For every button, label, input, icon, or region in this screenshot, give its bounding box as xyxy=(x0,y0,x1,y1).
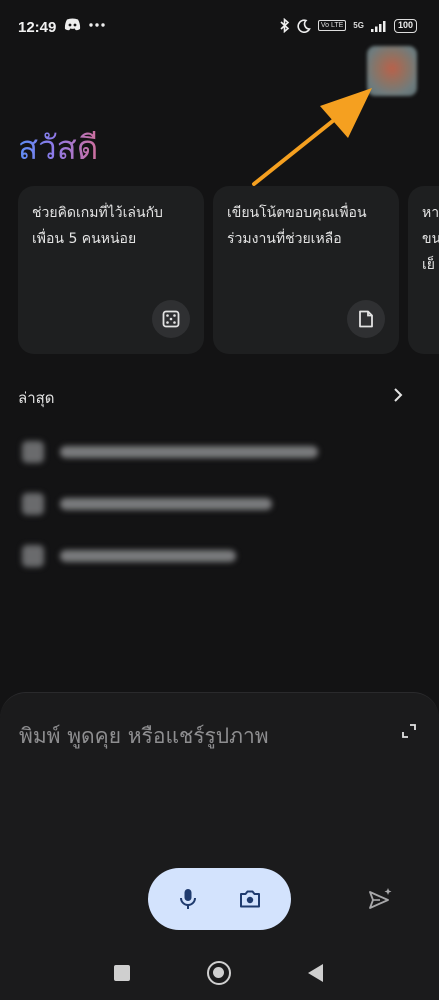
voice-camera-pill xyxy=(148,868,291,930)
more-dots-icon xyxy=(89,22,105,27)
recents-button[interactable] xyxy=(114,965,130,981)
status-notification-icons xyxy=(64,18,105,31)
suggestion-text: เขียนโน้ตขอบคุณเพื่อนร่วมงานที่ช่วยเหลือ xyxy=(227,205,367,247)
volte-badge: Vo LTE xyxy=(317,20,347,31)
camera-icon xyxy=(240,890,260,908)
suggestion-carousel[interactable]: ช่วยคิดเกมที่ไว้เล่นกับเพื่อน 5 คนหน่อย … xyxy=(18,186,439,354)
suggestion-card[interactable]: เขียนโน้ตขอบคุณเพื่อนร่วมงานที่ช่วยเหลือ xyxy=(213,186,399,354)
greeting-title: สวัสดี xyxy=(18,121,98,174)
chat-input-panel: พิมพ์ พูดคุย หรือแชร์รูปภาพ xyxy=(0,692,439,942)
moon-icon xyxy=(297,18,311,33)
chevron-right-icon[interactable] xyxy=(393,387,403,403)
recent-section-header[interactable]: ล่าสุด xyxy=(18,386,403,407)
camera-button[interactable] xyxy=(238,887,262,911)
recent-title: ล่าสุด xyxy=(18,389,55,407)
microphone-icon xyxy=(180,889,196,909)
system-nav-bar xyxy=(0,942,439,1000)
home-button[interactable] xyxy=(207,961,231,985)
suggestion-card[interactable]: หา ขน เย็ xyxy=(408,186,439,354)
dice-icon xyxy=(162,310,180,328)
prompt-input[interactable]: พิมพ์ พูดคุย หรือแชร์รูปภาพ xyxy=(19,720,269,753)
signal-icon xyxy=(370,20,386,32)
bluetooth-icon xyxy=(280,18,290,33)
status-time: 12:49 xyxy=(18,19,57,36)
recent-item-redacted[interactable] xyxy=(18,541,318,571)
expand-icon[interactable] xyxy=(401,723,417,739)
network-type: 5G xyxy=(353,21,364,30)
suggestion-text: ช่วยคิดเกมที่ไว้เล่นกับเพื่อน 5 คนหน่อย xyxy=(32,205,163,247)
discord-icon xyxy=(64,18,81,31)
suggestion-card[interactable]: ช่วยคิดเกมที่ไว้เล่นกับเพื่อน 5 คนหน่อย xyxy=(18,186,204,354)
suggestion-text: หา ขน เย็ xyxy=(422,205,439,273)
status-system-icons: Vo LTE 5G 100 xyxy=(280,18,417,33)
back-button[interactable] xyxy=(308,964,323,982)
microphone-button[interactable] xyxy=(176,887,200,911)
send-sparkle-icon[interactable] xyxy=(366,886,394,914)
recent-item-redacted[interactable] xyxy=(18,437,318,467)
battery-indicator: 100 xyxy=(393,18,417,33)
annotation-arrow-icon xyxy=(252,88,372,186)
recent-item-redacted[interactable] xyxy=(18,489,318,519)
document-icon xyxy=(359,310,373,328)
status-bar: 12:49 Vo LTE 5G 100 xyxy=(0,0,439,52)
